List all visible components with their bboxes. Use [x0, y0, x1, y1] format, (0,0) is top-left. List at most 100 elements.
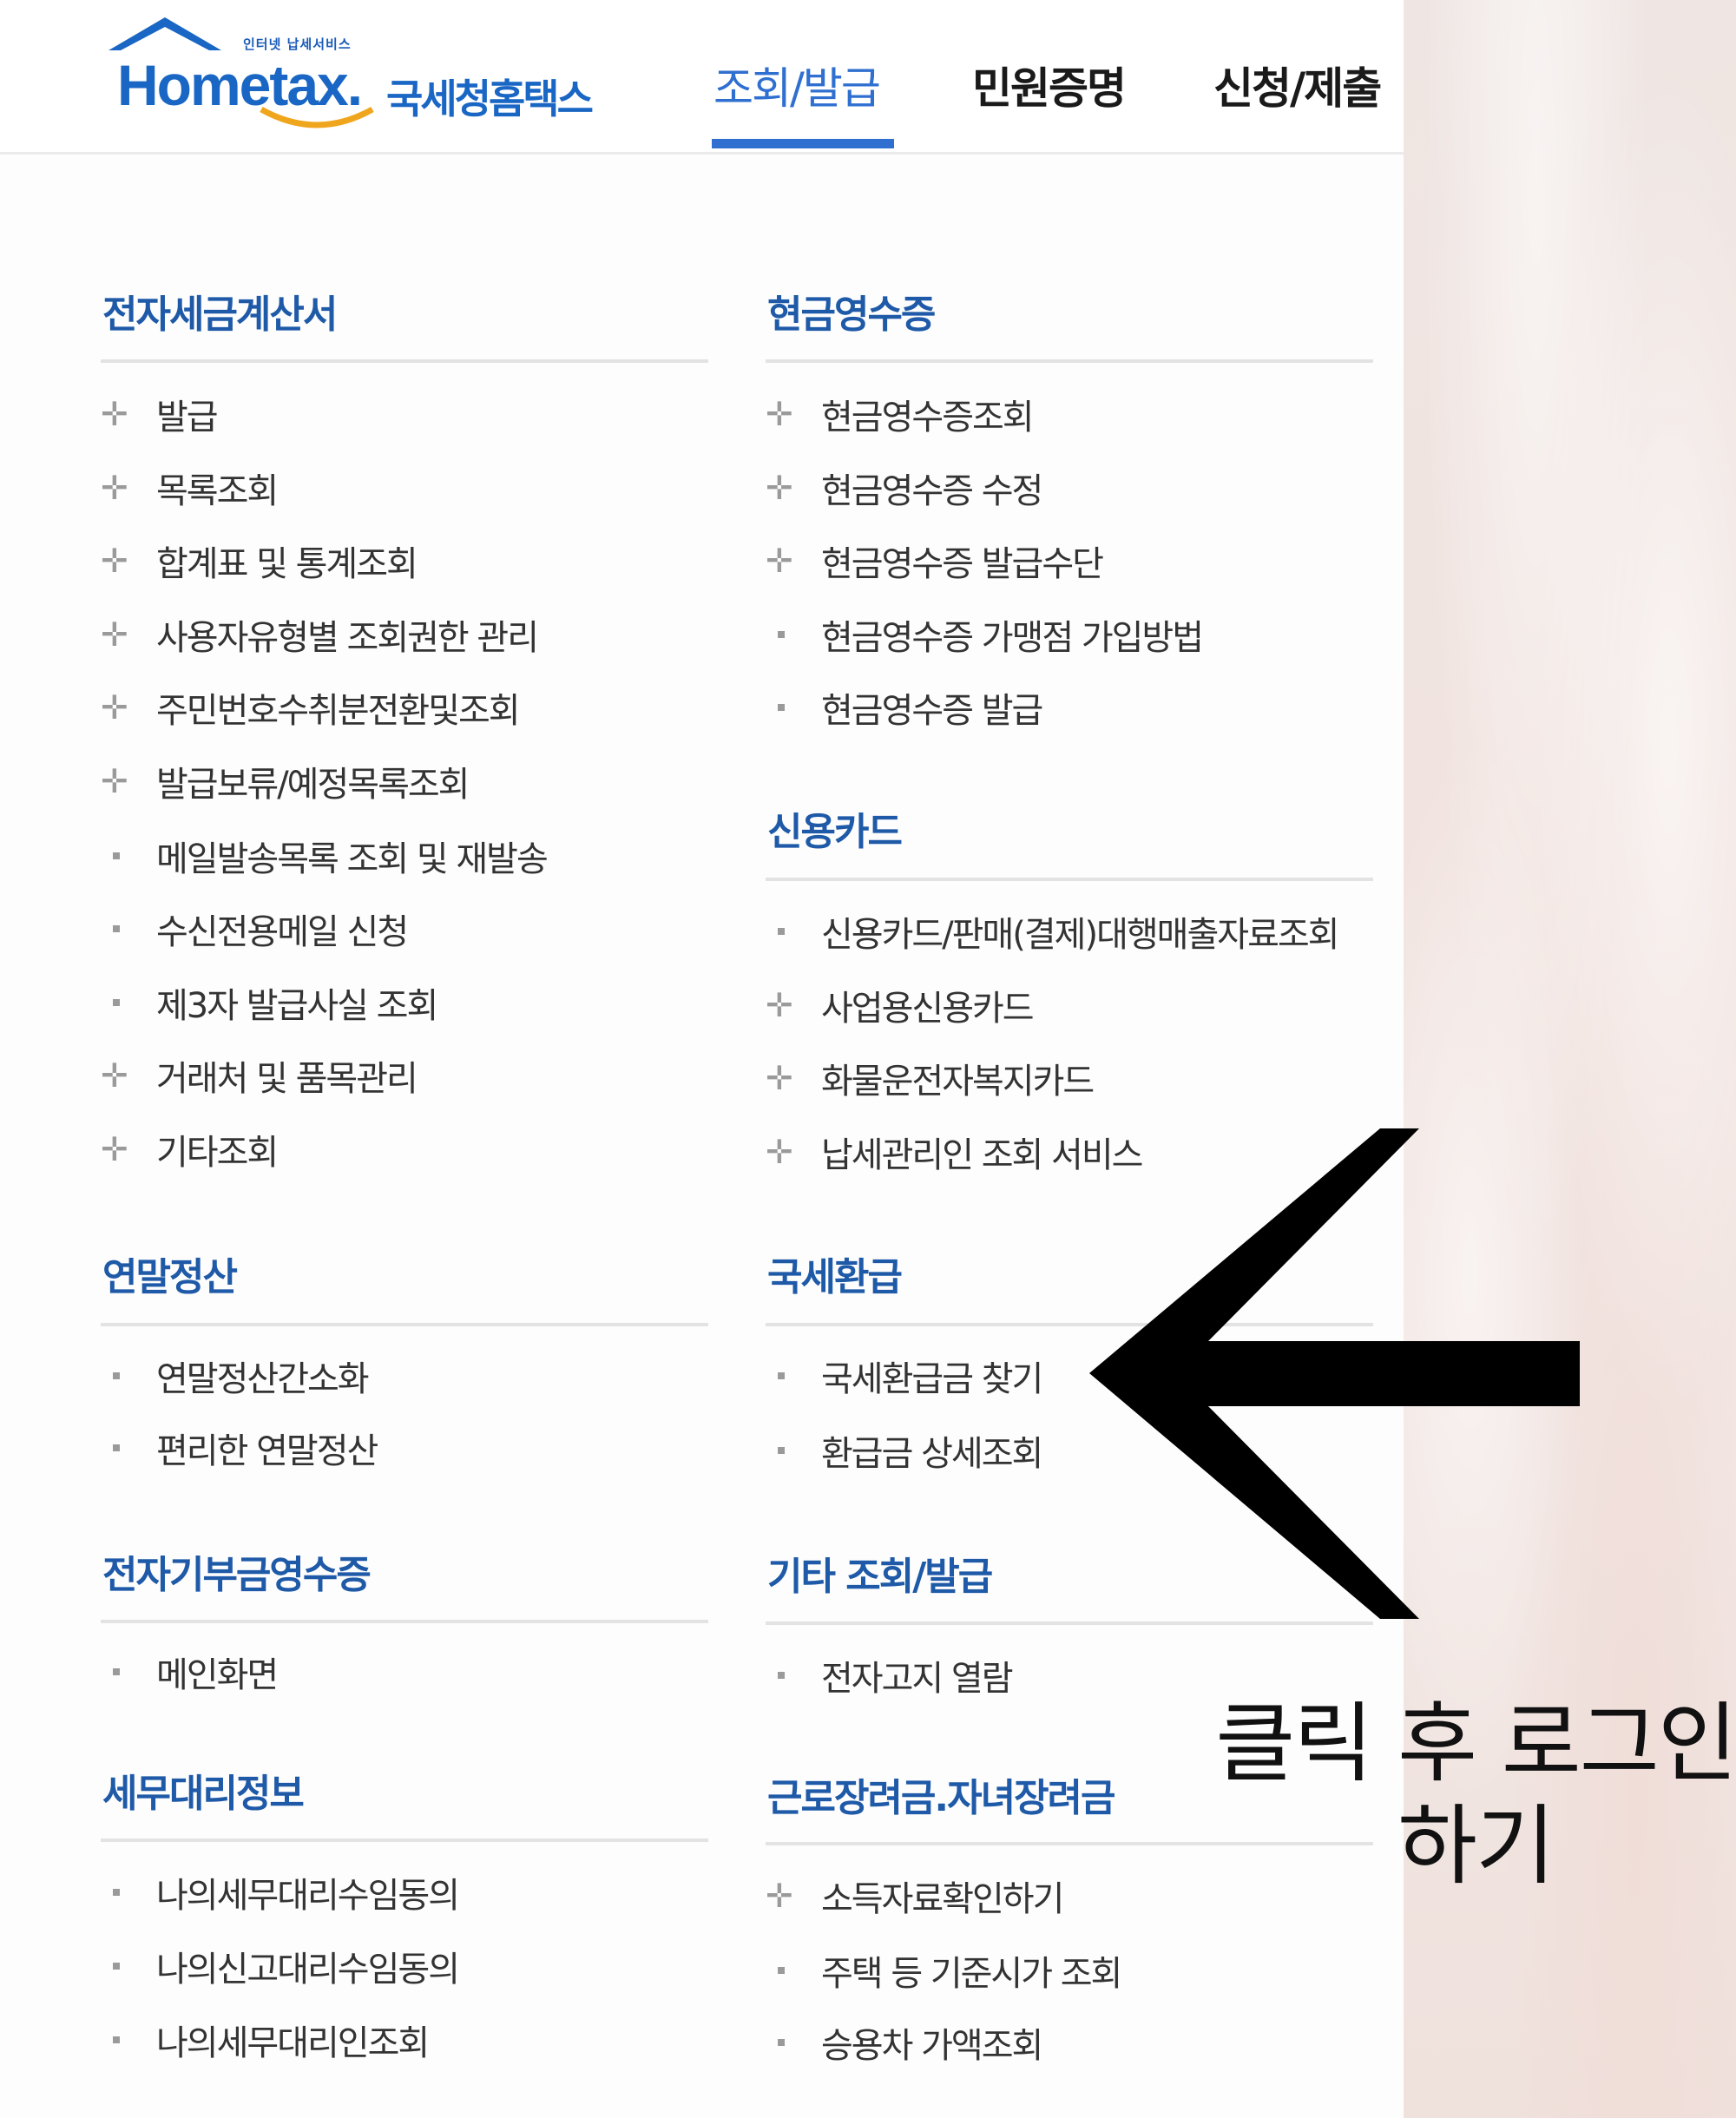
header: 인터넷 납세서비스 Hometax. 국세청홈택스 조회/발급 민원증명 신청/… [0, 0, 1404, 155]
menu-item-other-inquiry[interactable]: ✛ 기타조회 [101, 1123, 279, 1175]
plus-icon: ✛ [101, 542, 128, 580]
menu-item-simplified-settlement[interactable]: 연말정산간소화 [101, 1350, 370, 1402]
caption-line-1: 클릭 후 로그인 [1215, 1693, 1736, 1794]
plus-icon: ✛ [766, 469, 793, 507]
bullet-icon [766, 1447, 821, 1454]
menu-item-label: 현금영수증 가맹점 가입방법 [821, 618, 1204, 658]
plus-icon: ✛ [101, 1130, 128, 1168]
section-title[interactable]: 전자기부금영수증 [102, 1543, 372, 1599]
bullet-icon [101, 852, 156, 859]
section-divider [101, 1323, 708, 1326]
menu-item-label: 현금영수증 발급 [821, 691, 1043, 731]
section-title[interactable]: 기타 조회/발급 [767, 1545, 993, 1601]
plus-icon: ✛ [101, 615, 128, 654]
menu-item-label: 사업용신용카드 [821, 989, 1035, 1029]
menu-item-merchant-join[interactable]: 현금영수증 가맹점 가입방법 [766, 608, 1204, 661]
bullet-icon [766, 1372, 821, 1379]
bullet-icon [101, 1372, 156, 1379]
menu-item-find-tax-refund[interactable]: 국세환급금 찾기 [766, 1350, 1043, 1402]
menu-item-list-inquiry[interactable]: ✛ 목록조회 [101, 462, 279, 514]
menu-item-income-data-check[interactable]: ✛ 소득자료확인하기 [766, 1870, 1064, 1922]
plus-icon: ✛ [766, 1877, 793, 1915]
menu-item-standard-price[interactable]: 주택 등 기준시가 조회 [766, 1944, 1122, 1996]
menu-item-label: 소득자료확인하기 [821, 1879, 1064, 1919]
logo-brand: Hometax. [117, 53, 363, 117]
section-title[interactable]: 세무대리정보 [102, 1762, 305, 1818]
section-title[interactable]: 전자세금계산서 [102, 283, 338, 339]
bullet-icon [766, 928, 821, 935]
plus-icon: ✛ [766, 1059, 793, 1097]
section-title[interactable]: 현금영수증 [767, 283, 936, 339]
menu-item-summary-stats[interactable]: ✛ 합계표 및 통계조회 [101, 535, 418, 587]
logo-tagline: 인터넷 납세서비스 [243, 36, 352, 52]
tab-inquiry-issue[interactable]: 조회/발급 [713, 54, 881, 116]
bullet-icon [766, 1672, 821, 1679]
menu-item-car-value[interactable]: 승용차 가액조회 [766, 2016, 1043, 2069]
menu-item-business-card[interactable]: ✛ 사업용신용카드 [766, 979, 1035, 1031]
section-divider [766, 878, 1373, 881]
plus-icon: ✛ [766, 1133, 793, 1171]
menu-item-cash-receipt-inquiry[interactable]: ✛ 현금영수증조회 [766, 388, 1035, 440]
menu-item-receive-mail[interactable]: 수신전용메일 신청 [101, 903, 409, 955]
menu-item-label: 발급 [156, 398, 219, 437]
menu-item-label: 수신전용메일 신청 [156, 912, 409, 952]
menu-item-agent-lookup[interactable]: 나의세무대리인조회 [101, 2014, 430, 2066]
menu-item-label: 메인화면 [156, 1655, 279, 1695]
menu-panel: 인터넷 납세서비스 Hometax. 국세청홈택스 조회/발급 민원증명 신청/… [0, 0, 1404, 2118]
plus-icon: ✛ [766, 986, 793, 1024]
menu-item-partner-management[interactable]: ✛ 거래처 및 품목관리 [101, 1049, 418, 1102]
bullet-icon [101, 1889, 156, 1896]
menu-item-label: 화물운전자복지카드 [821, 1062, 1095, 1102]
section-divider [101, 1620, 708, 1623]
caption-line-2: 하기 [1397, 1795, 1555, 1897]
bullet-icon [101, 1668, 156, 1675]
bullet-icon [766, 2039, 821, 2046]
bullet-icon [101, 925, 156, 932]
tab-civil-certificates[interactable]: 민원증명 [972, 54, 1127, 116]
menu-item-mail-resend[interactable]: 메일발송목록 조회 및 재발송 [101, 830, 549, 882]
menu-item-label: 현금영수증 발급수단 [821, 544, 1104, 584]
menu-item-label: 주택 등 기준시가 조회 [821, 1954, 1122, 1994]
menu-item-e-notice[interactable]: 전자고지 열람 [766, 1649, 1014, 1701]
menu-item-tax-manager-service[interactable]: ✛ 납세관리인 조회 서비스 [766, 1126, 1143, 1178]
section-title[interactable]: 연말정산 [102, 1246, 238, 1301]
bullet-icon [101, 2036, 156, 2043]
menu-item-pending-list[interactable]: ✛ 발급보류/예정목록조회 [101, 755, 470, 807]
left-arrow-icon [1089, 1128, 1580, 1619]
menu-item-cash-receipt-means[interactable]: ✛ 현금영수증 발급수단 [766, 535, 1104, 587]
menu-item-label: 발급보류/예정목록조회 [156, 765, 470, 805]
menu-item-issue[interactable]: ✛ 발급 [101, 388, 219, 440]
menu-item-refund-detail[interactable]: 환급금 상세조회 [766, 1424, 1043, 1477]
section-divider [101, 1838, 708, 1842]
menu-item-cash-receipt-issue[interactable]: 현금영수증 발급 [766, 681, 1043, 733]
plus-icon: ✛ [101, 395, 128, 433]
section-title[interactable]: 신용카드 [767, 800, 903, 856]
menu-item-card-sales-inquiry[interactable]: 신용카드/판매(결제)대행매출자료조회 [766, 905, 1339, 957]
menu-item-label: 환급금 상세조회 [821, 1434, 1043, 1474]
menu-item-filing-agent-consent[interactable]: 나의신고대리수임동의 [101, 1940, 460, 1992]
bullet-icon [766, 631, 821, 638]
plus-icon: ✛ [101, 688, 128, 727]
menu-item-label: 기타조회 [156, 1133, 279, 1173]
menu-item-label: 나의신고대리수임동의 [156, 1950, 460, 1990]
menu-item-label: 전자고지 열람 [821, 1659, 1014, 1699]
menu-item-label: 연말정산간소화 [156, 1359, 370, 1399]
menu-item-main-screen[interactable]: 메인화면 [101, 1646, 279, 1698]
menu-item-resident-number-conversion[interactable]: ✛ 주민번호수취분전환및조회 [101, 681, 521, 733]
menu-item-label: 사용자유형별 조회권한 관리 [156, 618, 539, 658]
menu-item-third-party[interactable]: 제3자 발급사실 조회 [101, 977, 438, 1029]
section-divider [101, 359, 708, 363]
menu-item-label: 메일발송목록 조회 및 재발송 [156, 839, 549, 879]
plus-icon: ✛ [101, 1056, 128, 1095]
menu-item-agent-consent[interactable]: 나의세무대리수임동의 [101, 1866, 460, 1918]
menu-item-convenient-settlement[interactable]: 편리한 연말정산 [101, 1422, 378, 1474]
menu-item-cash-receipt-edit[interactable]: ✛ 현금영수증 수정 [766, 462, 1043, 514]
section-title[interactable]: 국세환급 [767, 1246, 903, 1301]
menu-item-user-permissions[interactable]: ✛ 사용자유형별 조회권한 관리 [101, 608, 539, 661]
menu-item-driver-welfare-card[interactable]: ✛ 화물운전자복지카드 [766, 1052, 1095, 1104]
menu-item-label: 목록조회 [156, 471, 279, 511]
tab-apply-submit[interactable]: 신청/제출 [1213, 54, 1382, 116]
menu-item-label: 제3자 발급사실 조회 [156, 986, 438, 1026]
section-title[interactable]: 근로장려금.자녀장려금 [767, 1766, 1116, 1822]
hometax-logo[interactable]: 인터넷 납세서비스 Hometax. 국세청홈택스 [100, 14, 621, 144]
